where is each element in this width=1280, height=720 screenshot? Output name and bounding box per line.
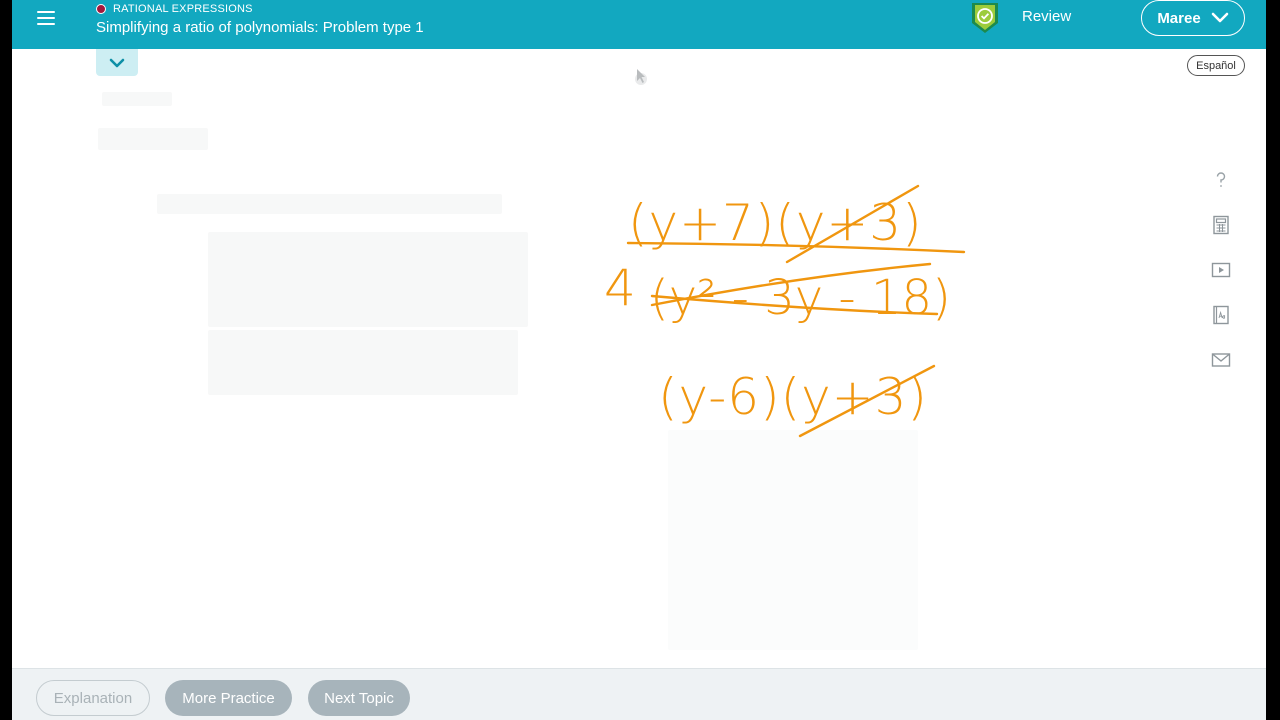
page-title: Simplifying a ratio of polynomials: Prob… — [96, 19, 424, 36]
explanation-button[interactable]: Explanation — [36, 680, 150, 716]
ink-coefficient: 4 — [604, 259, 636, 317]
faded-problem-text — [208, 330, 518, 395]
whiteboard-ink: (y+7)(y+3) 4 (y² - 3y - 18) (y-6)(y+3) — [604, 184, 966, 438]
faded-problem-text — [157, 194, 502, 214]
topic-label: RATIONAL EXPRESSIONS — [113, 3, 253, 15]
mail-icon[interactable] — [1208, 347, 1234, 373]
faded-answer-area — [668, 430, 918, 650]
ink-strike-1 — [785, 184, 920, 264]
language-toggle-button[interactable]: Español — [1187, 55, 1245, 76]
bottom-action-bar: Explanation More Practice Next Topic — [12, 668, 1266, 720]
ink-strike-2 — [650, 262, 932, 307]
faded-problem-text — [208, 232, 528, 327]
shield-check-icon[interactable] — [969, 1, 1001, 35]
top-bar: RATIONAL EXPRESSIONS Simplifying a ratio… — [12, 0, 1266, 49]
help-icon[interactable] — [1208, 167, 1234, 193]
topic-breadcrumb: RATIONAL EXPRESSIONS — [96, 2, 253, 16]
faded-problem-text — [98, 128, 208, 150]
topic-status-dot — [96, 4, 106, 14]
pointer-cursor-icon — [635, 69, 647, 85]
user-name: Maree — [1157, 9, 1201, 27]
dictionary-icon[interactable] — [1208, 302, 1234, 328]
review-link[interactable]: Review — [1022, 8, 1071, 25]
ink-line-1: (y+7)(y+3) — [628, 194, 923, 252]
calculator-icon[interactable] — [1208, 212, 1234, 238]
next-topic-button[interactable]: Next Topic — [308, 680, 410, 716]
more-practice-button[interactable]: More Practice — [165, 680, 292, 716]
app-frame: RATIONAL EXPRESSIONS Simplifying a ratio… — [12, 0, 1266, 720]
chevron-down-icon — [109, 58, 125, 67]
ink-line-2: (y² - 3y - 18) — [650, 270, 951, 326]
chevron-down-icon — [1211, 12, 1228, 23]
ink-strike-3 — [650, 294, 939, 316]
hamburger-menu-icon[interactable] — [34, 8, 60, 30]
expand-problem-toggle[interactable] — [96, 49, 138, 76]
ink-fraction-bar — [626, 241, 966, 254]
user-menu-button[interactable]: Maree — [1141, 0, 1245, 36]
ink-line-3: (y-6)(y+3) — [658, 368, 928, 426]
ink-strike-4 — [798, 364, 936, 438]
video-icon[interactable] — [1208, 257, 1234, 283]
faded-problem-text — [102, 92, 172, 106]
